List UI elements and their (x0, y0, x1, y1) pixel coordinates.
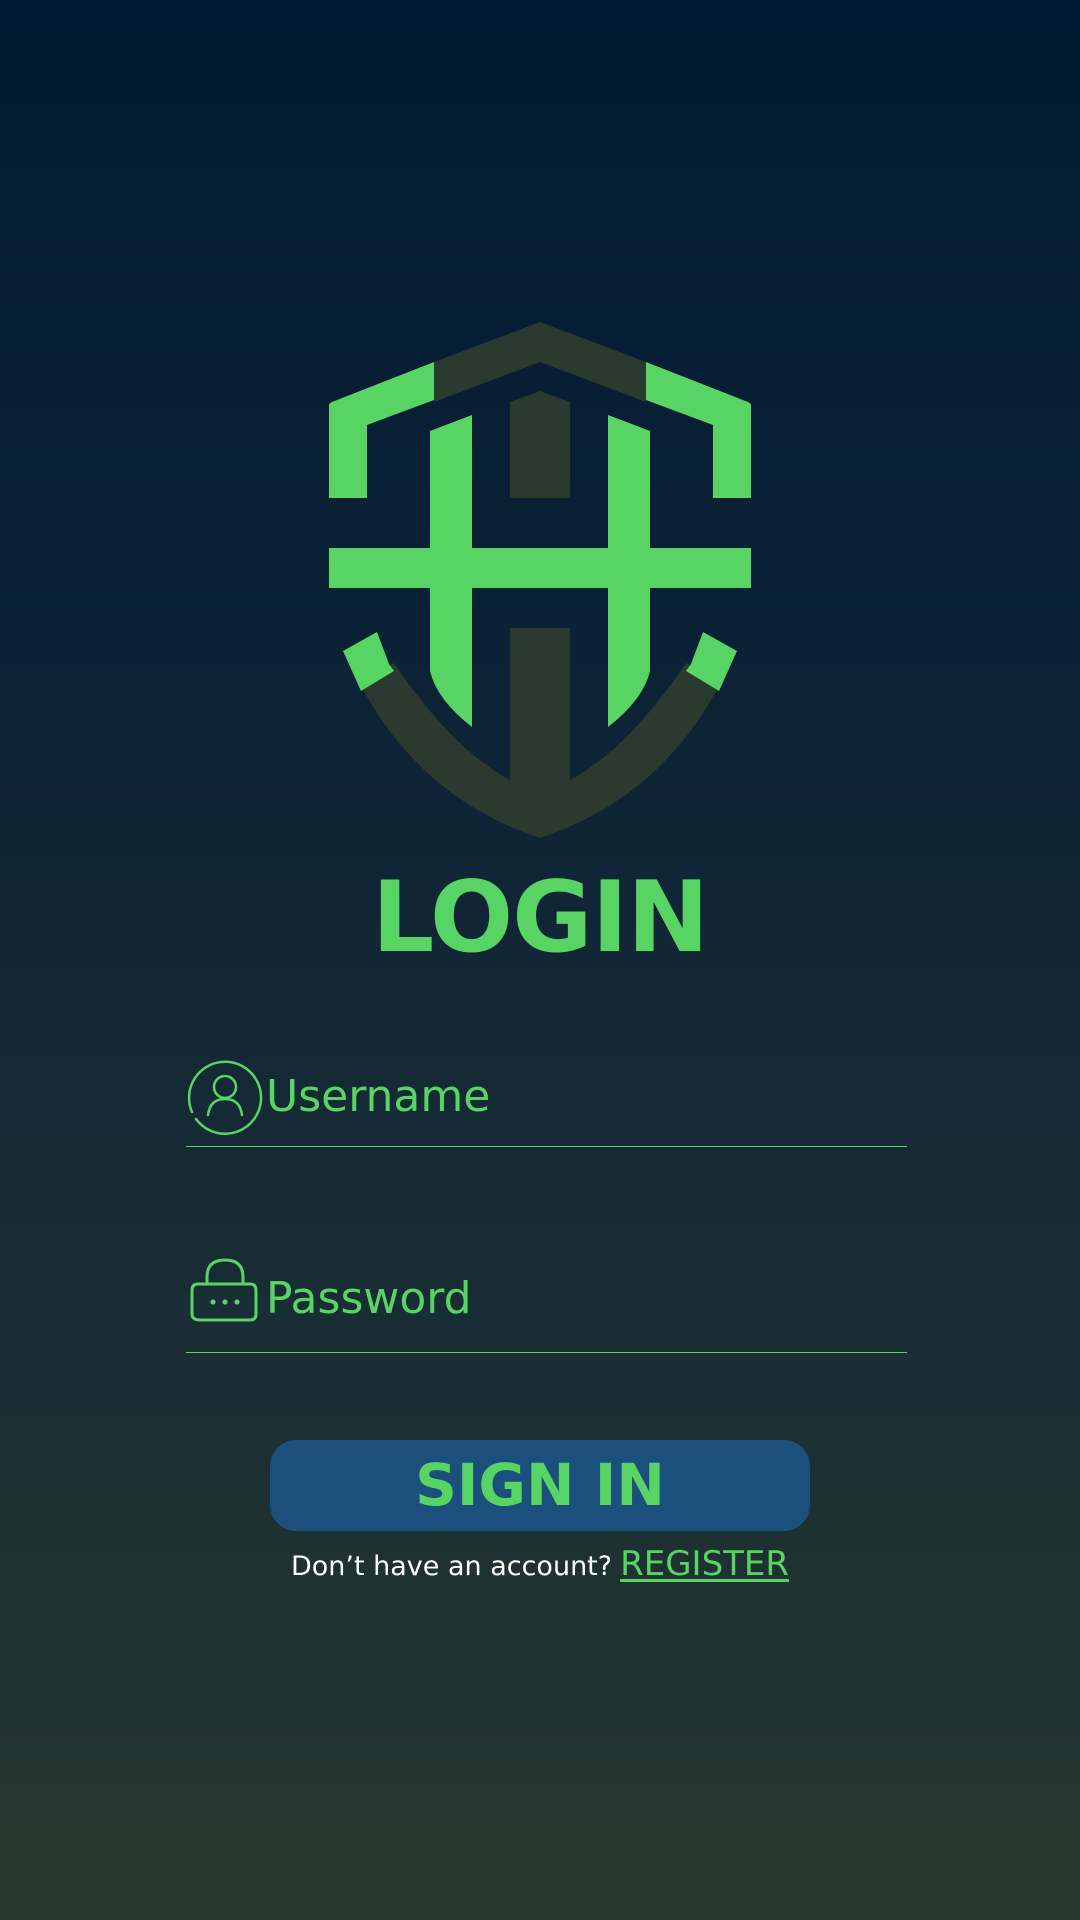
password-field[interactable] (186, 1250, 907, 1353)
user-icon (187, 1060, 263, 1135)
register-prompt-row: Don’t have an account? REGISTER (0, 1544, 1080, 1594)
lock-icon (190, 1258, 258, 1322)
password-input[interactable] (266, 1268, 886, 1328)
page-title: LOGIN (371, 861, 709, 975)
username-input[interactable] (266, 1066, 886, 1126)
username-field[interactable] (186, 1052, 907, 1147)
register-link[interactable]: REGISTER (620, 1544, 789, 1584)
register-prompt-text: Don’t have an account? (290, 1551, 613, 1582)
shield-logo-icon (329, 322, 751, 838)
sign-in-button[interactable]: SIGN IN (270, 1440, 810, 1531)
